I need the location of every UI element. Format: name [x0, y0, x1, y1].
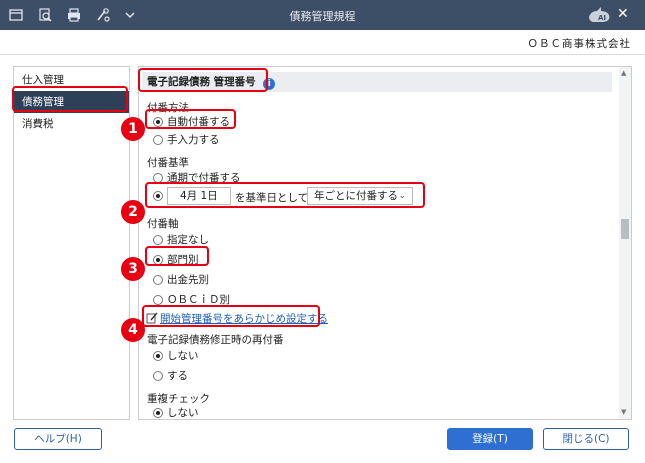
radio-axis-none-label: 指定なし — [167, 234, 209, 246]
window-title: 債務管理規程 — [289, 10, 356, 23]
ai-assistant-logo-icon[interactable]: AI — [587, 5, 613, 25]
radio-renumber-no-label: しない — [167, 350, 199, 362]
settings-sidebar: 仕入管理 債務管理 消費税 — [13, 66, 130, 420]
radio-manual-entry-label: 手入力する — [167, 134, 220, 146]
scroll-thumb[interactable] — [621, 219, 629, 239]
scroll-up-icon[interactable]: ▲ — [621, 69, 626, 77]
vertical-scrollbar[interactable]: ▲ ▼ — [619, 67, 631, 419]
radio-axis-payee-label: 出金先別 — [167, 274, 209, 286]
callout-badge-4: 4 — [121, 318, 145, 342]
sidebar-item-consumption-tax[interactable]: 消費税 — [14, 113, 129, 135]
header-divider — [0, 54, 645, 55]
help-button[interactable]: ヘルプ(H) — [14, 428, 102, 450]
radio-renumber-yes[interactable] — [153, 371, 163, 381]
highlight-auto-number — [145, 109, 236, 129]
callout-badge-1: 1 — [121, 117, 145, 141]
callout-badge-3: 3 — [121, 257, 145, 281]
register-button[interactable]: 登録(T) — [447, 428, 533, 450]
radio-duplicate-no[interactable] — [153, 408, 163, 418]
radio-axis-obcid[interactable] — [153, 295, 163, 305]
close-window-icon[interactable]: ✕ — [617, 6, 629, 22]
callout-badge-2: 2 — [121, 200, 145, 224]
highlight-department — [145, 246, 209, 266]
duplicate-check-label: 重複チェック — [147, 393, 210, 405]
highlight-base-date — [145, 182, 425, 208]
highlight-payables — [12, 86, 128, 112]
radio-axis-payee[interactable] — [153, 275, 163, 285]
company-name: ＯＢＣ商事株式会社 — [527, 38, 631, 50]
radio-renumber-no[interactable] — [153, 351, 163, 361]
scroll-down-icon[interactable]: ▼ — [621, 408, 626, 416]
numbering-axis-label: 付番軸 — [147, 218, 179, 230]
radio-axis-none[interactable] — [153, 235, 163, 245]
numbering-basis-label: 付番基準 — [147, 157, 189, 169]
renumber-label: 電子記録債務修正時の再付番 — [147, 334, 284, 346]
radio-duplicate-no-label: しない — [167, 407, 199, 419]
svg-text:AI: AI — [598, 14, 606, 22]
close-button[interactable]: 閉じる(C) — [543, 428, 629, 450]
highlight-section-title — [138, 68, 268, 92]
title-bar: 債務管理規程 AI ✕ — [0, 0, 645, 30]
highlight-preset-link — [142, 305, 320, 327]
radio-manual-entry[interactable] — [153, 135, 163, 145]
radio-renumber-yes-label: する — [167, 370, 188, 382]
